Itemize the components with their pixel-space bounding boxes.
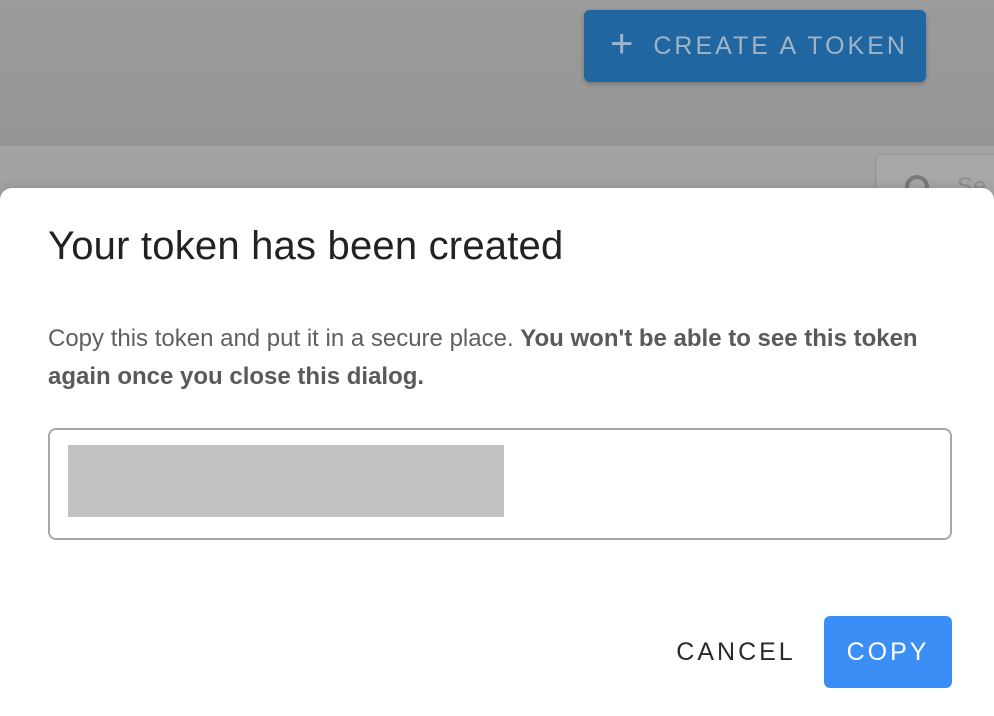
token-value-redacted bbox=[68, 445, 504, 517]
dialog-message: Copy this token and put it in a secure p… bbox=[48, 320, 958, 396]
token-created-dialog: Your token has been created Copy this to… bbox=[0, 188, 994, 716]
create-token-label: CREATE A TOKEN bbox=[653, 31, 908, 60]
page: + CREATE A TOKEN Se Your token has been … bbox=[0, 0, 994, 716]
dialog-message-normal: Copy this token and put it in a secure p… bbox=[48, 325, 521, 352]
create-token-button[interactable]: + CREATE A TOKEN bbox=[584, 10, 926, 82]
cancel-button[interactable]: CANCEL bbox=[664, 616, 808, 688]
copy-button[interactable]: COPY bbox=[824, 616, 952, 688]
token-field[interactable] bbox=[48, 428, 952, 540]
plus-icon: + bbox=[610, 22, 634, 66]
dialog-title: Your token has been created bbox=[48, 224, 564, 268]
